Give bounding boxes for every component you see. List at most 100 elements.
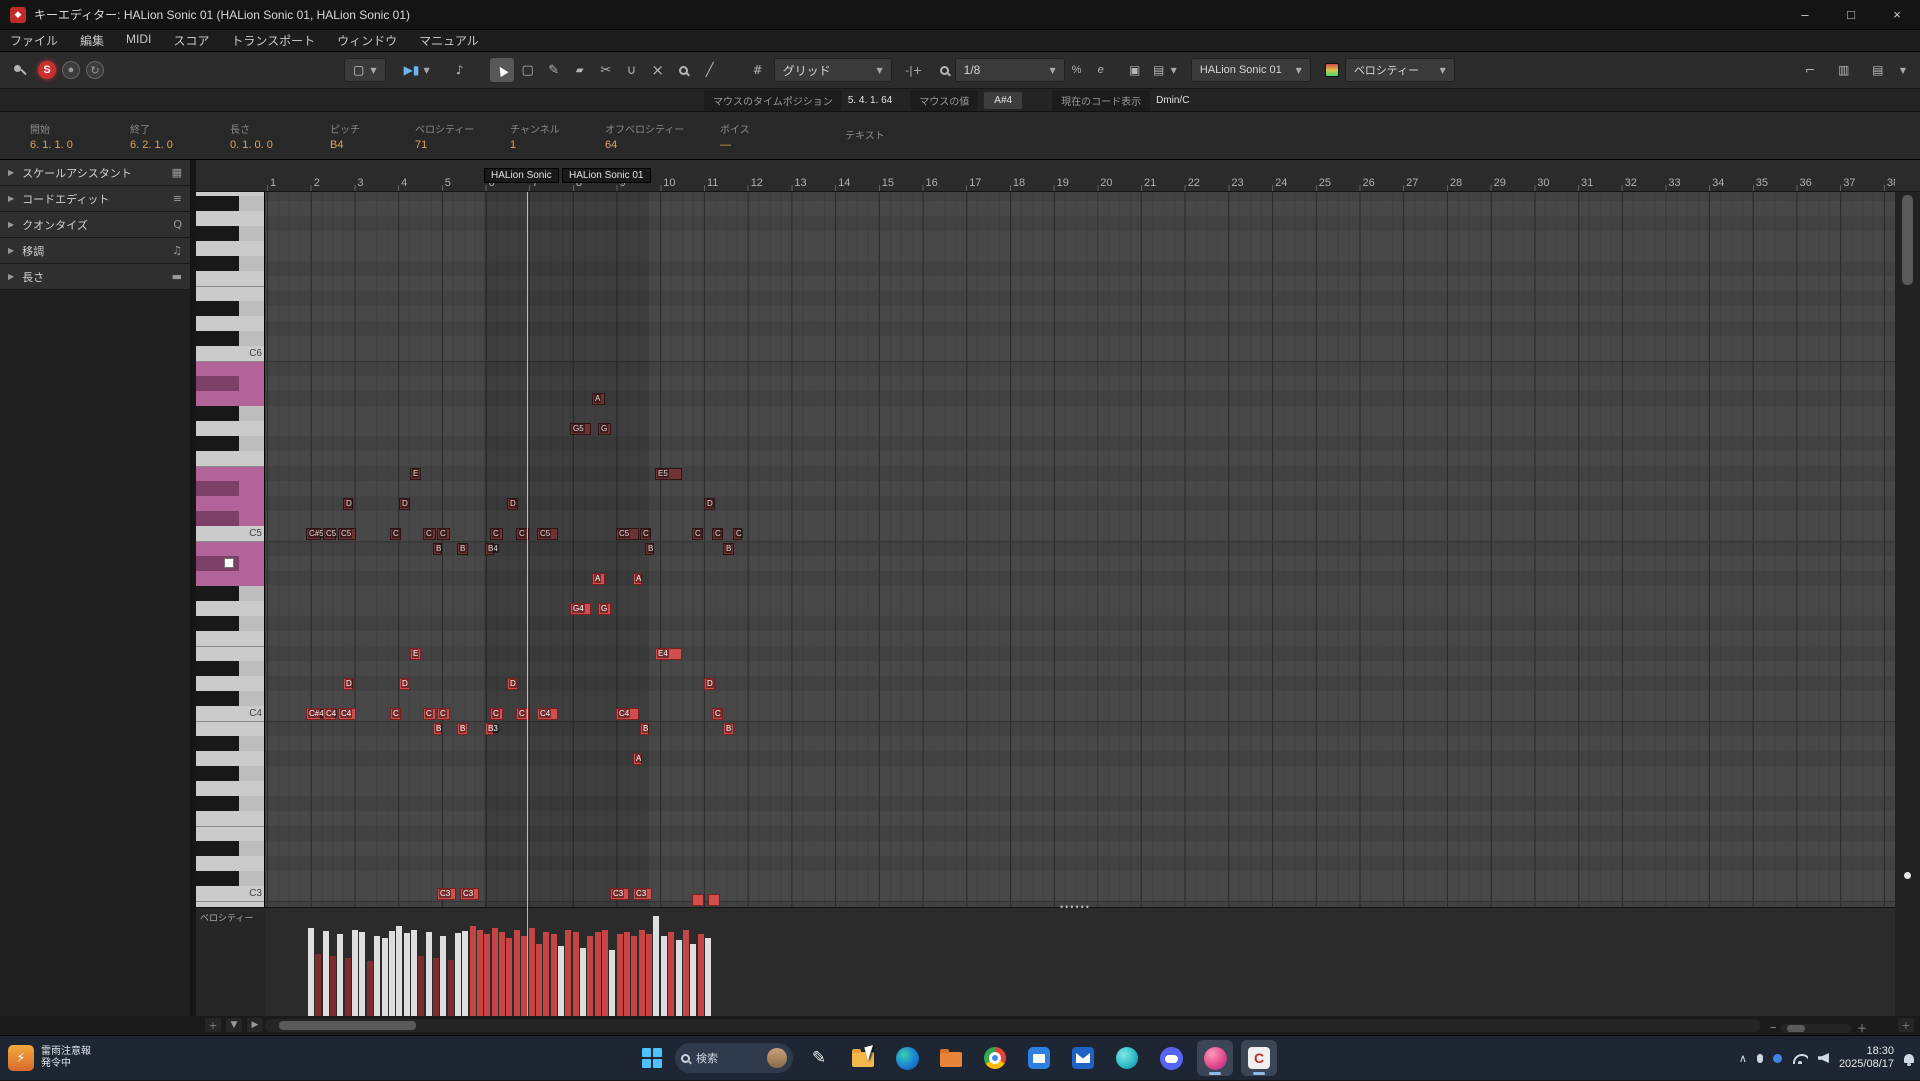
swing-icon[interactable]: %	[1065, 58, 1089, 82]
vertical-scroll-thumb[interactable]	[1902, 195, 1913, 285]
info-field-5[interactable]: ベロシティー71	[415, 112, 510, 159]
midi-note[interactable]: C4	[537, 708, 558, 720]
midi-note[interactable]: G4	[570, 603, 591, 615]
tool-erase-button[interactable]	[568, 58, 592, 82]
autoscroll-button[interactable]: ▶▮	[400, 58, 424, 82]
midi-note[interactable]: C	[390, 708, 401, 720]
velocity-bar[interactable]	[396, 926, 402, 1016]
panel-section-スケールアシスタント[interactable]: ▶スケールアシスタント▦	[0, 160, 190, 186]
piano-key[interactable]	[196, 406, 265, 421]
midi-note[interactable]: E4	[655, 648, 682, 660]
piano-key[interactable]	[196, 226, 265, 241]
midi-note[interactable]: C	[437, 528, 450, 540]
weather-widget[interactable]: ⚡ 雷雨注意報 発令中	[8, 1045, 91, 1071]
info-field-2[interactable]: 終了6. 2. 1. 0	[130, 112, 230, 159]
loop-icon[interactable]: ↻	[86, 61, 104, 79]
velocity-bar[interactable]	[411, 930, 417, 1016]
midi-note[interactable]: E5	[655, 468, 682, 480]
tool-glue-button[interactable]	[620, 58, 644, 82]
lane-resize-handle[interactable]: ••••••	[1060, 902, 1091, 912]
velocity-bar[interactable]	[536, 944, 542, 1016]
piano-key[interactable]	[196, 826, 265, 841]
part-selector-dropdown[interactable]: HALion Sonic 01 ▼	[1191, 58, 1311, 82]
velocity-bar[interactable]	[587, 936, 593, 1016]
midi-note[interactable]: D	[343, 678, 353, 690]
start-button[interactable]	[637, 1043, 667, 1073]
velocity-bar[interactable]	[683, 930, 689, 1016]
midi-note[interactable]: C5	[323, 528, 336, 540]
velocity-bar[interactable]	[514, 930, 520, 1016]
velocity-bar[interactable]	[573, 932, 579, 1016]
velocity-bar[interactable]	[602, 930, 608, 1016]
panel-section-長さ[interactable]: ▶長さ▬	[0, 264, 190, 290]
wifi-icon[interactable]	[1792, 1053, 1808, 1064]
lane-select-dropdown[interactable]: ▼	[226, 1018, 242, 1032]
midi-note[interactable]: D	[399, 498, 410, 510]
grid-type-dropdown[interactable]: グリッド ▼	[774, 58, 892, 82]
velocity-bar[interactable]	[440, 936, 446, 1016]
piano-key[interactable]	[196, 721, 265, 736]
piano-key[interactable]	[196, 391, 265, 406]
velocity-bar[interactable]	[624, 932, 630, 1016]
quantize-preset-dropdown[interactable]: 1/8 ▼	[955, 58, 1065, 82]
midi-note[interactable]: B	[433, 543, 442, 555]
taskbar-app-store[interactable]	[1021, 1040, 1057, 1076]
midi-note[interactable]: C	[437, 708, 450, 720]
layers-icon[interactable]: ▤	[1147, 58, 1171, 82]
midi-note[interactable]	[708, 894, 720, 906]
piano-key[interactable]	[196, 601, 265, 616]
velocity-bar[interactable]	[359, 932, 365, 1016]
midi-note[interactable]: C4	[338, 708, 356, 720]
piano-key[interactable]	[196, 496, 265, 511]
midi-note[interactable]: E	[410, 648, 421, 660]
piano-key[interactable]	[196, 481, 265, 496]
microphone-icon[interactable]	[1757, 1054, 1763, 1063]
piano-key[interactable]: C4	[196, 706, 265, 721]
tool-zoom-button[interactable]	[672, 58, 696, 82]
velocity-bar[interactable]	[484, 934, 490, 1016]
piano-key[interactable]	[196, 301, 265, 316]
velocity-bar[interactable]	[653, 916, 659, 1016]
midi-note[interactable]: B	[723, 723, 734, 735]
velocity-bar[interactable]	[367, 961, 373, 1016]
midi-note[interactable]: C5	[338, 528, 356, 540]
menu-item[interactable]: マニュアル	[419, 32, 479, 49]
tool-trim-button[interactable]	[594, 58, 618, 82]
piano-key[interactable]	[196, 781, 265, 796]
piano-key[interactable]	[196, 541, 265, 556]
piano-key[interactable]	[196, 451, 265, 466]
piano-key[interactable]: C5	[196, 526, 265, 541]
part-edit-icon[interactable]: ▣	[1123, 58, 1147, 82]
midi-note[interactable]: B	[457, 723, 468, 735]
midi-note[interactable]: A	[633, 753, 642, 765]
taskbar-app-edge[interactable]	[889, 1040, 925, 1076]
midi-note[interactable]: D	[343, 498, 353, 510]
zoom-out-icon[interactable]: −	[1770, 1022, 1776, 1034]
piano-key[interactable]	[196, 211, 265, 226]
velocity-bar[interactable]	[426, 932, 432, 1016]
taskbar-app-media[interactable]	[1197, 1040, 1233, 1076]
bluetooth-device-icon[interactable]	[1773, 1054, 1782, 1063]
velocity-bar[interactable]	[580, 948, 586, 1016]
piano-key[interactable]	[196, 856, 265, 871]
menu-item[interactable]: MIDI	[126, 32, 151, 49]
piano-key[interactable]	[196, 811, 265, 826]
midi-note[interactable]: D	[507, 498, 518, 510]
velocity-bar[interactable]	[565, 930, 571, 1016]
taskbar-app-mail[interactable]	[1065, 1040, 1101, 1076]
info-field-8[interactable]: ボイス—	[720, 112, 845, 159]
tool-mute-button[interactable]	[646, 58, 670, 82]
midi-note[interactable]: C	[712, 708, 723, 720]
midi-note[interactable]: G	[598, 603, 611, 615]
midi-note[interactable]: C	[423, 708, 436, 720]
clock-widget[interactable]: 18:30 2025/08/17	[1839, 1045, 1894, 1071]
midi-note[interactable]: C	[490, 708, 503, 720]
midi-note[interactable]: B3	[485, 723, 494, 735]
info-field-4[interactable]: ピッチB4	[330, 112, 415, 159]
iterative-quantize-icon[interactable]: e	[1089, 58, 1113, 82]
midi-note[interactable]: B	[457, 543, 468, 555]
midi-note[interactable]: C	[733, 528, 742, 540]
midi-note[interactable]: A	[592, 573, 605, 585]
velocity-bar[interactable]	[631, 936, 637, 1016]
midi-note[interactable]: C#4	[306, 708, 321, 720]
